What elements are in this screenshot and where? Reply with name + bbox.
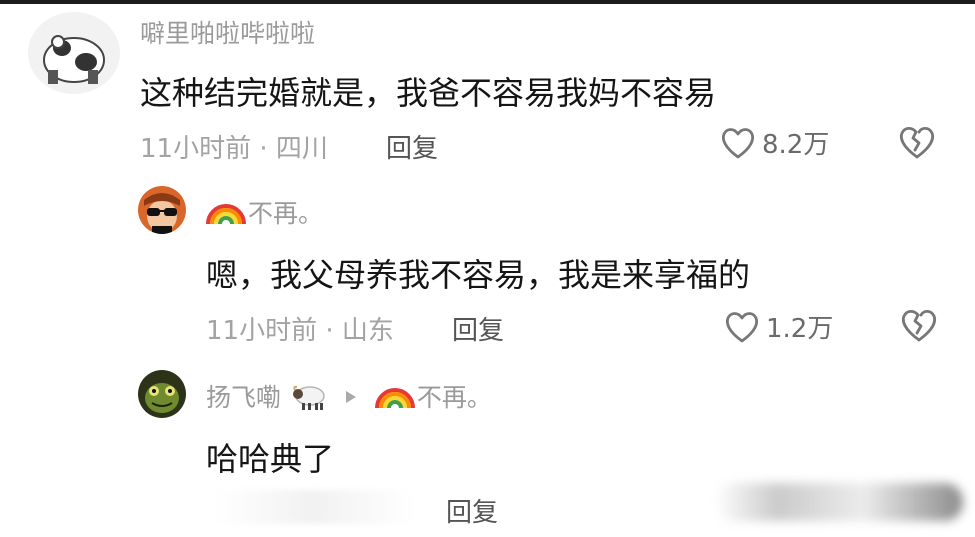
comment-username[interactable]: 噼里啪啦哔啦啦 <box>140 14 315 50</box>
reply-button[interactable]: 回复 <box>386 128 438 165</box>
like-button[interactable]: 1.2万 <box>724 308 833 345</box>
comment-text: 嗯，我父母养我不容易，我是来享福的 <box>206 256 751 294</box>
broken-heart-icon <box>899 126 935 159</box>
screen-top-edge <box>0 0 975 4</box>
blurred-meta <box>215 490 415 524</box>
blurred-like-area <box>715 483 963 521</box>
dislike-button[interactable] <box>899 307 939 347</box>
reply-button[interactable]: 回复 <box>446 492 498 529</box>
username-text: 不再。 <box>248 199 324 228</box>
like-button[interactable]: 8.2万 <box>720 124 829 161</box>
heart-outline-icon <box>721 127 755 158</box>
comment-username[interactable]: 扬飞嘞 不再。 <box>206 378 492 414</box>
avatar[interactable] <box>138 370 186 418</box>
rainbow-emoji <box>374 388 415 409</box>
like-count: 1.2万 <box>766 314 834 344</box>
broken-heart-icon <box>901 309 937 342</box>
comment-text: 这种结完婚就是，我爸不容易我妈不容易 <box>140 74 717 112</box>
comment-time-location: 11小时前 · 四川 <box>140 134 328 164</box>
reply-to-username: 不再。 <box>416 383 492 412</box>
avatar[interactable] <box>28 12 120 94</box>
dislike-button[interactable] <box>897 124 937 164</box>
triangle-right-icon <box>345 391 356 403</box>
heart-outline-icon <box>725 311 759 342</box>
sheep-emoji <box>292 385 325 410</box>
username-text: 扬飞嘞 <box>206 383 282 412</box>
comment-username[interactable]: 不再。 <box>206 194 323 230</box>
like-count: 8.2万 <box>762 130 830 160</box>
comment-time-location: 11小时前 · 山东 <box>206 316 394 346</box>
comment-text: 哈哈典了 <box>206 440 335 478</box>
rainbow-emoji <box>206 204 246 225</box>
reply-button[interactable]: 回复 <box>452 310 504 347</box>
avatar[interactable] <box>138 186 186 234</box>
